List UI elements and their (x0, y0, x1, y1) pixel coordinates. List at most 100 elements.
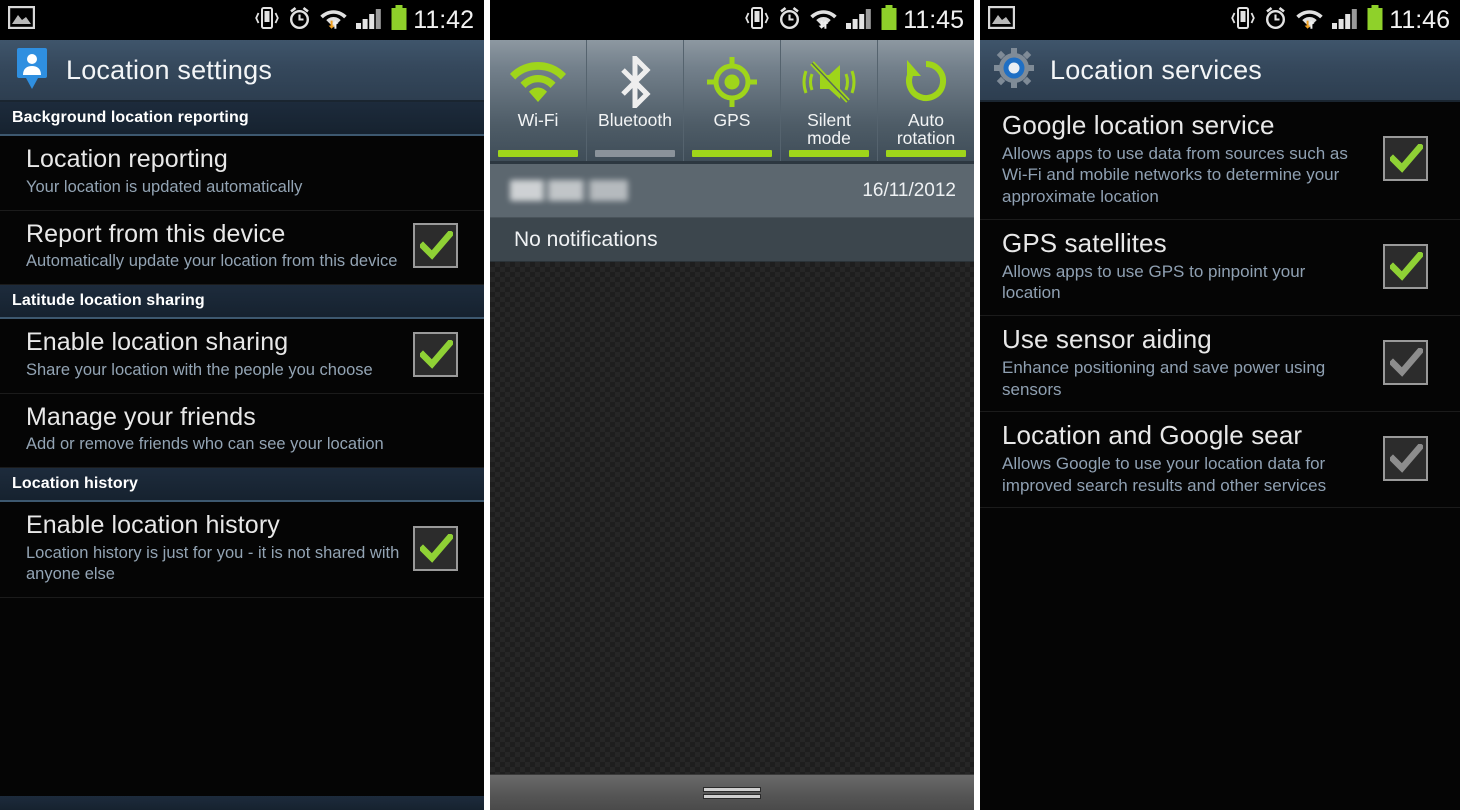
wifi-data-icon (809, 6, 838, 35)
list-item-title: Manage your friends (26, 402, 256, 431)
list-item-title: Location reporting (26, 145, 228, 173)
list-item-subtitle: Share your location with the people you … (26, 360, 373, 379)
notification-shade-header: 16/11/2012 (490, 164, 974, 218)
battery-icon (1366, 4, 1384, 36)
phone-panel-location-services: 11:46 Location services Google location … (980, 0, 1460, 810)
three-phone-screenshots: 11:42 Location settings Background locat… (0, 0, 1460, 810)
signal-bars-icon (355, 6, 383, 35)
gear-icon (994, 47, 1034, 93)
list-item-enable-location-sharing[interactable]: Enable location sharing Share your locat… (0, 319, 484, 394)
quick-toggle-label: GPS (713, 110, 751, 130)
alarm-icon (777, 6, 802, 35)
status-bar-right-icons (1230, 4, 1384, 36)
status-bar-left-icons (7, 5, 36, 34)
status-bar: 11:46 (980, 0, 1460, 40)
checkbox-use-sensor-aiding[interactable] (1382, 339, 1428, 385)
drag-handle-icon[interactable] (703, 785, 761, 801)
battery-icon (880, 4, 898, 36)
quick-toggle-label: Silent mode (807, 111, 851, 148)
list-item-subtitle: Allows Google to use your location data … (1002, 453, 1327, 495)
status-bar-right-icons (744, 4, 898, 36)
phone-panel-location-settings: 11:42 Location settings Background locat… (0, 0, 484, 810)
section-header-background-location-reporting: Background location reporting (0, 102, 484, 136)
shade-drag-handle-bar[interactable] (490, 774, 974, 810)
status-bar-left-icons (987, 5, 1016, 34)
quick-toggle-silent-mode[interactable]: Silent mode (781, 40, 878, 161)
list-filler (980, 508, 1460, 810)
checkbox-cell[interactable] (1360, 243, 1450, 289)
checkbox-cell[interactable] (400, 332, 470, 378)
list-item-title: Enable location history (26, 511, 280, 540)
list-item-location-reporting[interactable]: Location reporting Your location is upda… (0, 136, 484, 211)
list-item-report-from-this-device[interactable]: Report from this device Automatically up… (0, 210, 484, 286)
page-title: Location settings (66, 54, 273, 85)
list-item-title: Enable location sharing (26, 328, 289, 357)
status-bar-clock: 11:46 (1389, 5, 1450, 34)
mute-vibrate-icon (798, 54, 860, 110)
list-item-title: Location and Google sear (1002, 420, 1303, 451)
no-notifications-label: No notifications (490, 218, 974, 262)
list-item-subtitle: Enhance positioning and save power using… (1002, 357, 1326, 399)
bluetooth-icon (615, 54, 655, 110)
checkbox-enable-location-history[interactable] (412, 525, 458, 571)
carrier-name-redacted (510, 180, 628, 201)
list-item-subtitle: Automatically update your location from … (26, 252, 398, 271)
list-item-subtitle: Location history is just for you - it is… (26, 543, 400, 584)
quick-toggle-label: Auto rotation (897, 111, 955, 148)
rotate-icon (901, 54, 951, 110)
vibrate-icon (744, 6, 770, 35)
page-title: Location services (1050, 54, 1263, 85)
status-bar: 11:42 (0, 0, 484, 40)
checkbox-google-location-service[interactable] (1382, 136, 1428, 182)
list-item-gps-satellites[interactable]: GPS satellites Allows apps to use GPS to… (980, 219, 1460, 317)
wifi-icon (509, 54, 567, 110)
quick-toggle-label: Wi-Fi (517, 110, 559, 130)
status-bar: 11:45 (490, 0, 974, 40)
list-item-subtitle: Allows apps to use GPS to pinpoint your … (1002, 261, 1306, 303)
quick-toggle-label: Bluetooth (598, 110, 672, 130)
quick-toggle-gps[interactable]: GPS (684, 40, 781, 161)
checkbox-cell[interactable] (400, 525, 470, 571)
latitude-person-pin-icon (14, 46, 50, 95)
list-item-title: GPS satellites (1002, 227, 1167, 258)
quick-toggle-auto-rotation[interactable]: Auto rotation (878, 40, 974, 161)
quick-toggle-state-bar (692, 150, 772, 157)
action-bar: Location services (980, 40, 1460, 102)
checkbox-enable-location-sharing[interactable] (412, 332, 458, 378)
wifi-data-icon (1295, 6, 1324, 35)
checkbox-cell[interactable] (1360, 435, 1450, 481)
action-bar: Location settings (0, 40, 484, 102)
list-item-subtitle: Allows apps to use data from sources suc… (1002, 143, 1348, 207)
list-item-title: Google location service (1002, 110, 1275, 140)
alarm-icon (1263, 6, 1288, 35)
section-header-location-history: Location history (0, 468, 484, 503)
checkbox-cell[interactable] (1360, 339, 1450, 385)
list-filler (0, 598, 484, 796)
checkbox-location-and-google-search[interactable] (1382, 435, 1428, 481)
quick-toggle-label-line1: Silent (807, 110, 851, 130)
list-item-subtitle: Your location is updated automatically (26, 177, 303, 196)
quick-toggle-state-bar (789, 150, 869, 157)
list-item-use-sensor-aiding[interactable]: Use sensor aiding Enhance positioning an… (980, 316, 1460, 413)
quick-toggle-wifi[interactable]: Wi-Fi (490, 40, 587, 161)
quick-toggle-label-line1: Auto (908, 110, 944, 130)
signal-bars-icon (845, 6, 873, 35)
phone-panel-notification-shade: 11:45 Wi-Fi Bluetooth GPS Silent mode Au… (490, 0, 974, 810)
vibrate-icon (1230, 6, 1256, 35)
checkbox-cell[interactable] (1360, 136, 1450, 182)
list-item-location-and-google-search[interactable]: Location and Google sear Allows Google t… (980, 412, 1460, 509)
notification-date: 16/11/2012 (862, 179, 956, 201)
gps-crosshair-icon (706, 54, 758, 110)
list-item-title: Report from this device (26, 219, 286, 248)
list-item-google-location-service[interactable]: Google location service Allows apps to u… (980, 102, 1460, 220)
quick-toggle-state-bar (595, 150, 675, 157)
quick-toggle-bluetooth[interactable]: Bluetooth (587, 40, 684, 161)
status-bar-clock: 11:42 (413, 5, 474, 34)
checkbox-cell[interactable] (400, 223, 470, 269)
list-item-enable-location-history[interactable]: Enable location history Location history… (0, 502, 484, 599)
list-item-manage-your-friends[interactable]: Manage your friends Add or remove friend… (0, 393, 484, 469)
notification-list-empty-area (490, 262, 974, 774)
checkbox-report-from-this-device[interactable] (412, 223, 458, 269)
section-header-clipped (0, 796, 484, 810)
checkbox-gps-satellites[interactable] (1382, 243, 1428, 289)
